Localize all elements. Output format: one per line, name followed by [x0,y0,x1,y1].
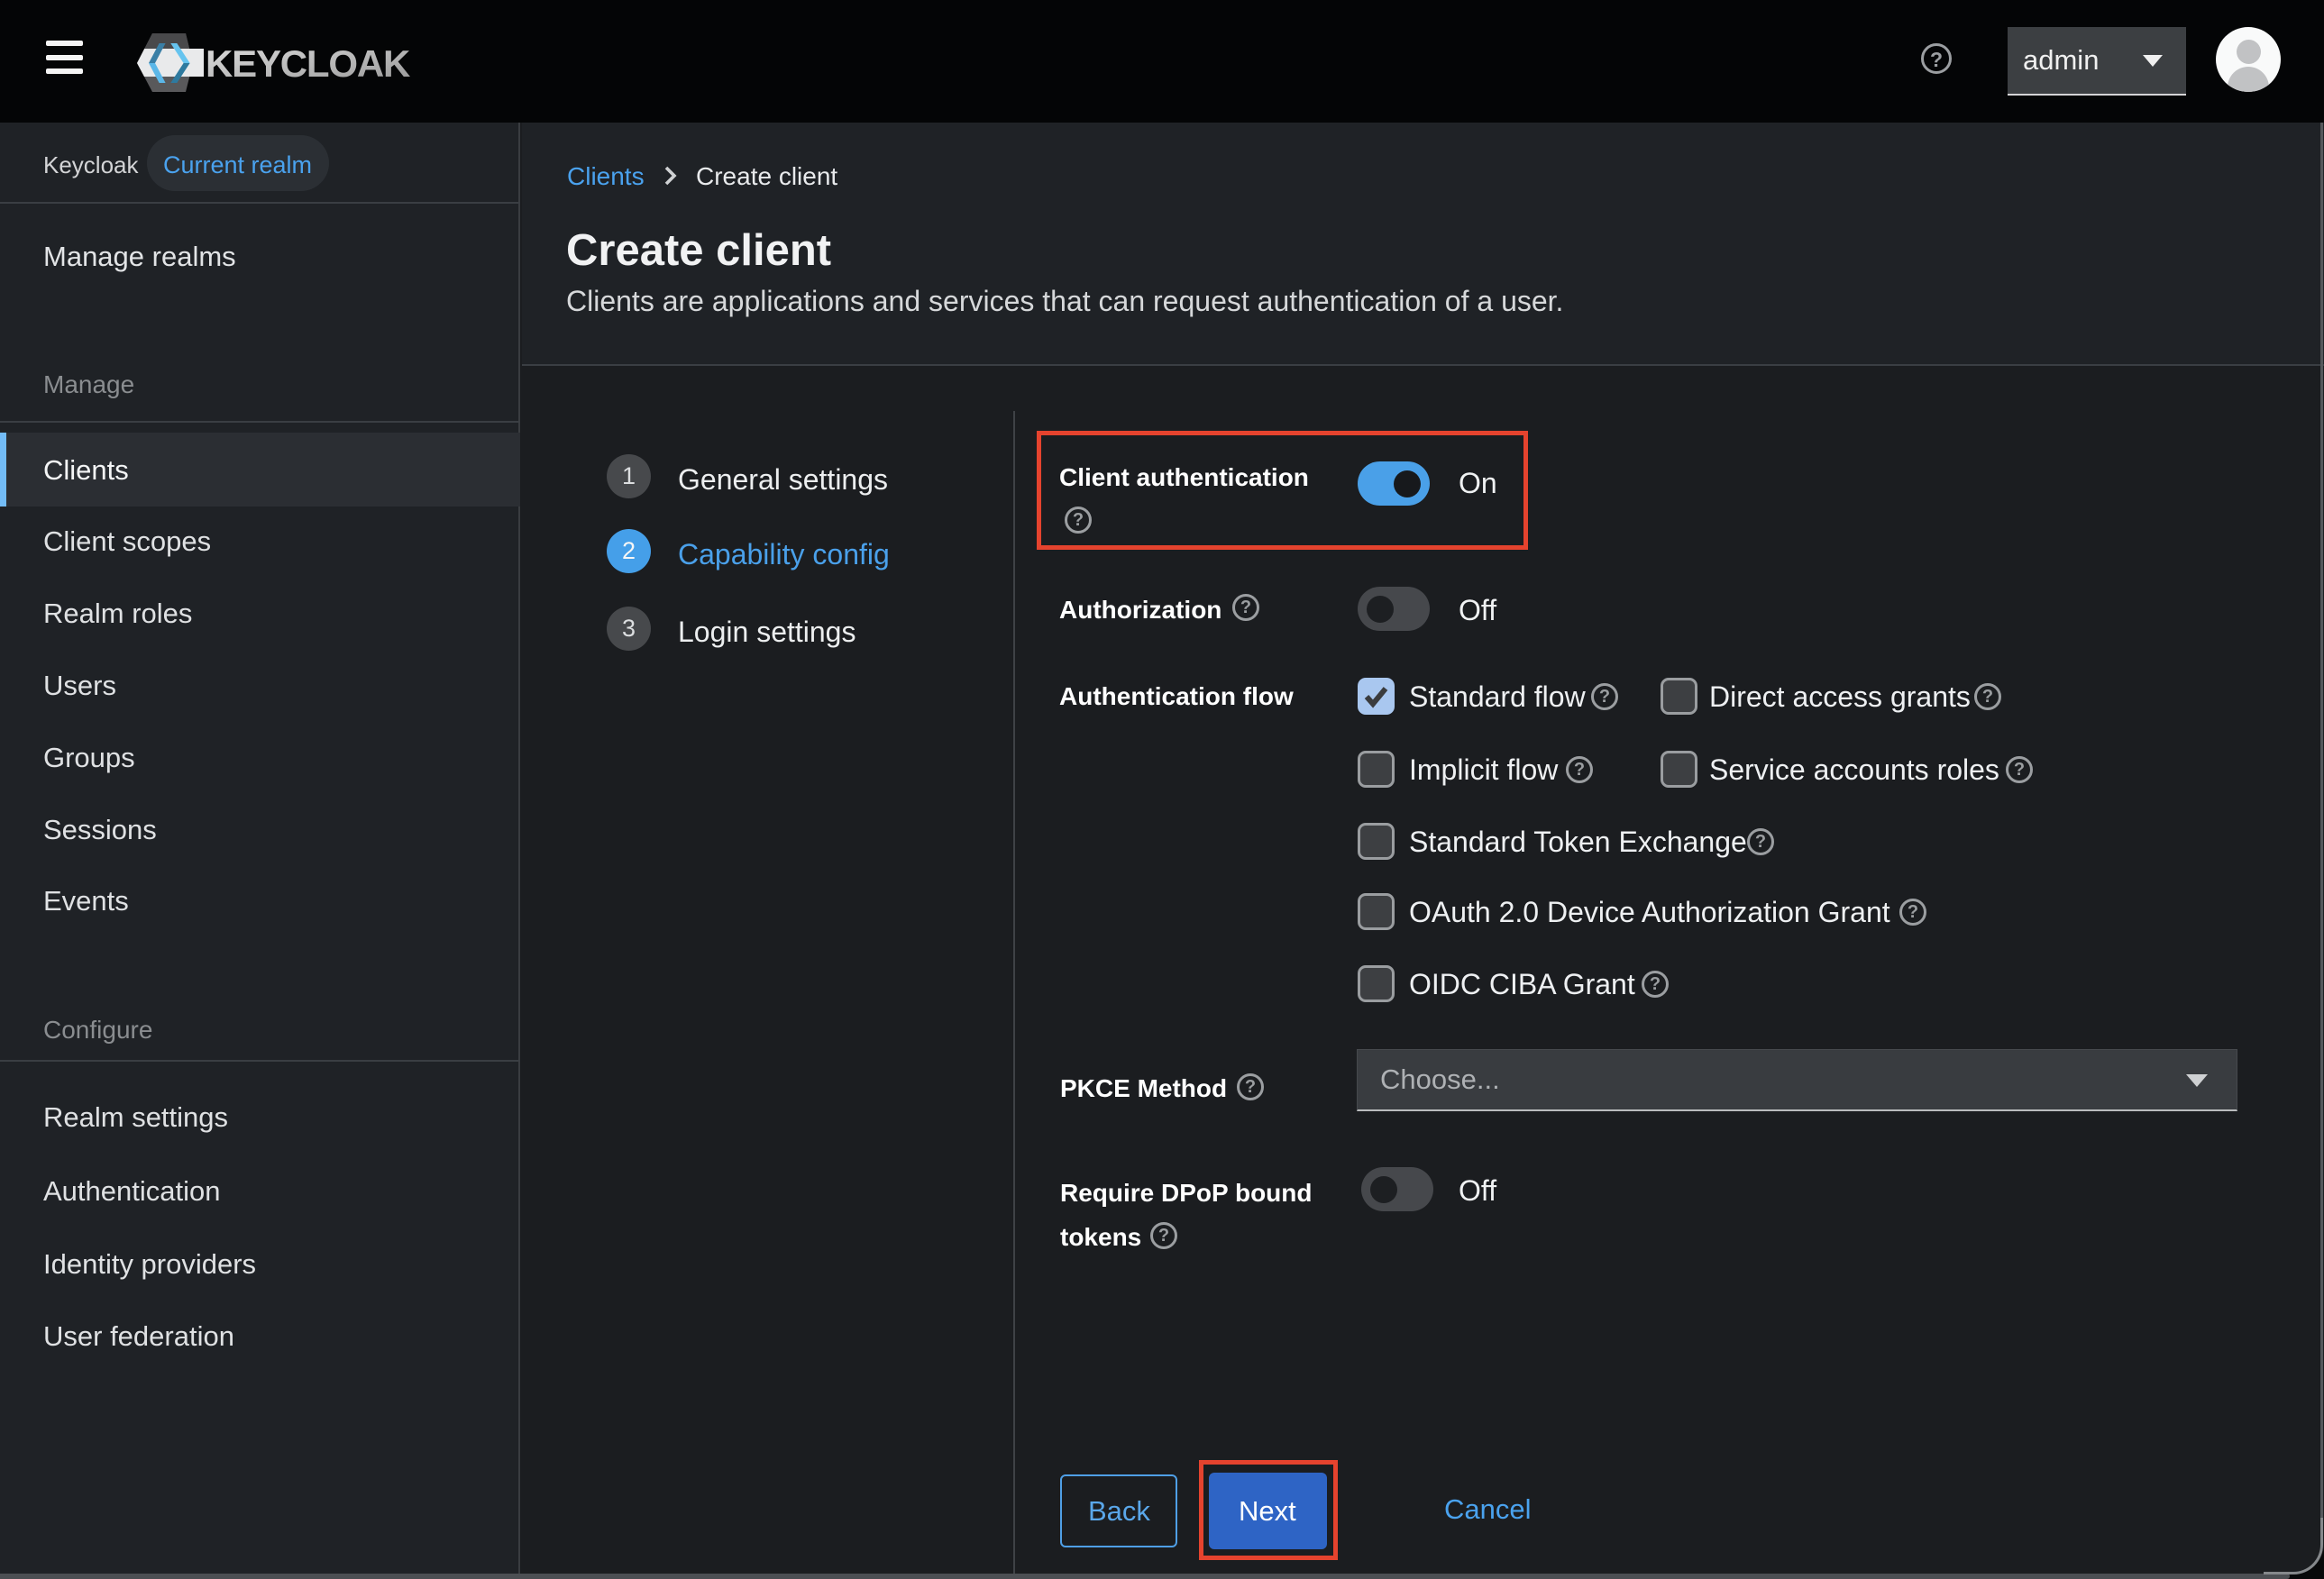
svg-text:KEYCLOAK: KEYCLOAK [206,42,410,85]
